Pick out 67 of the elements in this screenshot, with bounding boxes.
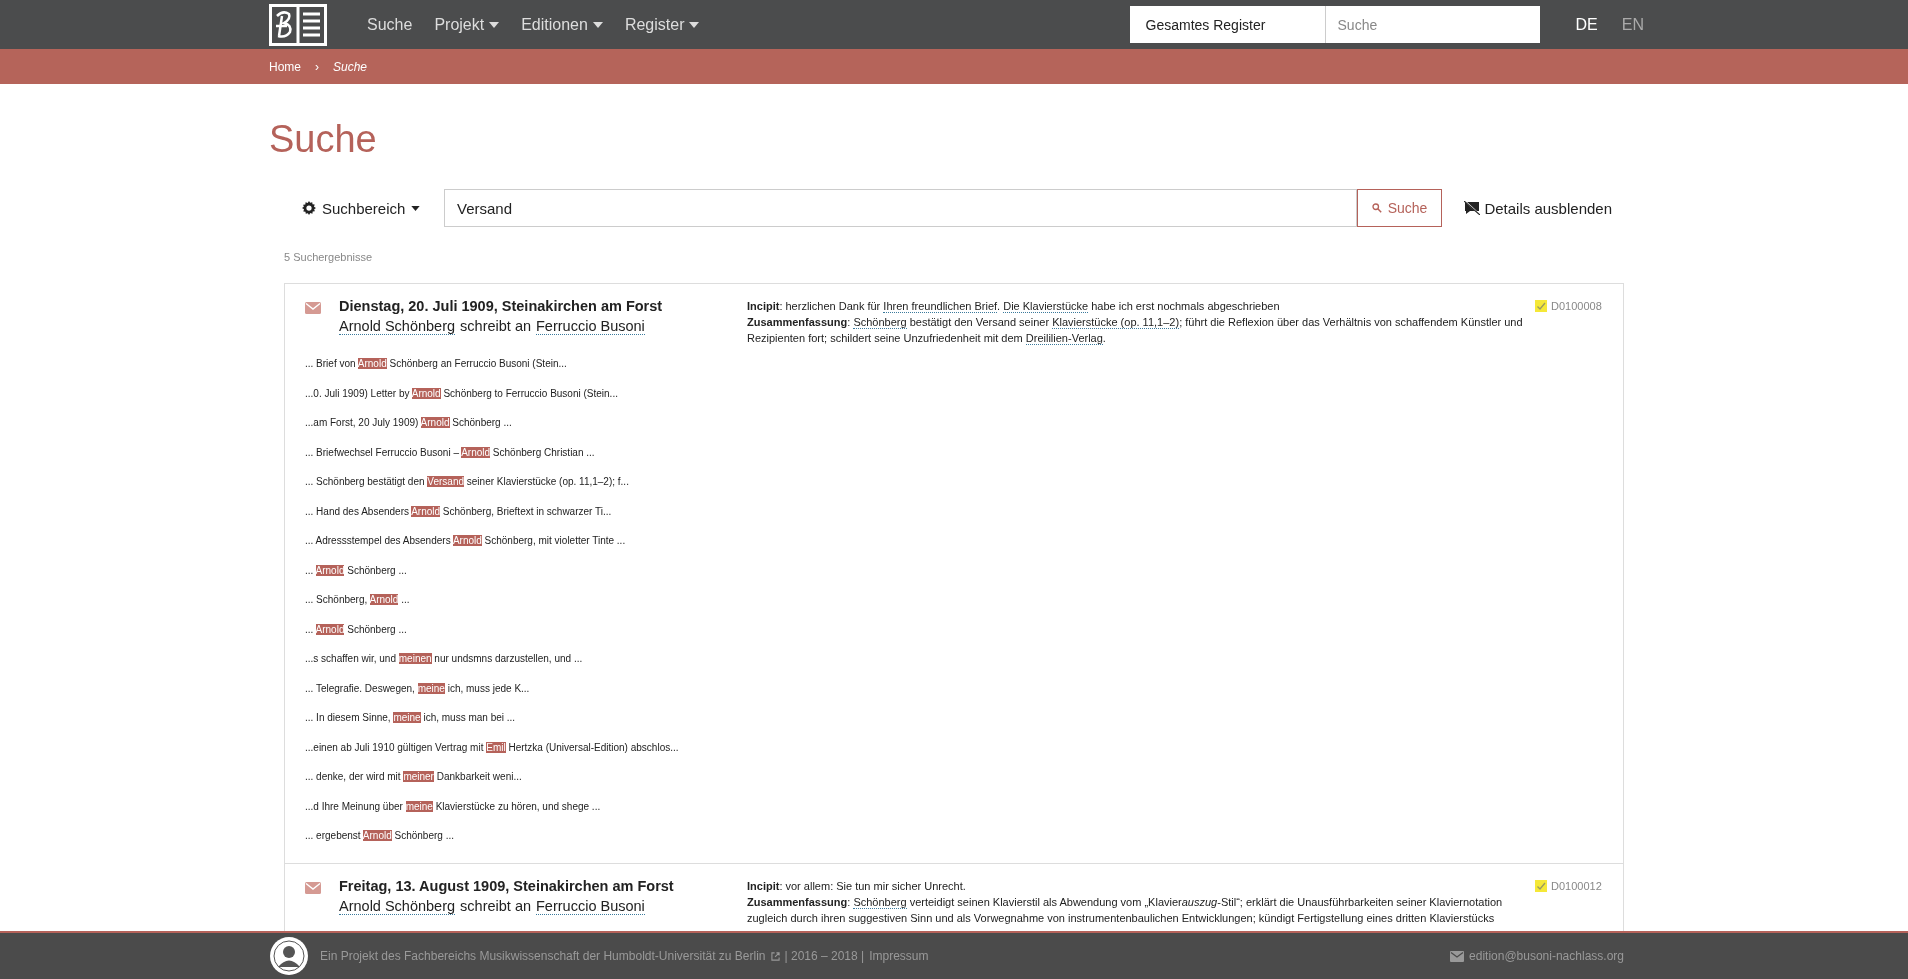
language-link[interactable]: DE [1575, 15, 1598, 34]
search-snippet: ... denke, der wird mit meiner Dankbarkeit weni... [305, 770, 522, 784]
caret-icon [689, 22, 700, 28]
reference-link[interactable]: Dreililien-Verlag [1025, 332, 1103, 345]
register-scope-dropdown[interactable]: Gesamtes Register [1129, 6, 1326, 43]
envelope-icon [305, 881, 321, 894]
result-count: 5 Suchergebnisse [284, 251, 374, 263]
search-snippet: ...am Forst, 20 July 1909) Arnold Schönberg ... [305, 416, 512, 430]
search-snippet: ...d Ihre Meinung über meine Klavierstücke zu hören, und shege ... [305, 799, 601, 814]
person-link[interactable]: Ferruccio Busoni [536, 897, 645, 915]
search-snippet: ... ergebenst Arnold Schönberg ... [305, 829, 454, 843]
search-snippet: ...0. Juli 1909) Letter by Arnold Schönberg to Ferruccio Busoni (Stein... [305, 386, 618, 401]
envelope-icon [305, 302, 321, 314]
details-toggle-button[interactable]: Details ausblenden [1464, 199, 1624, 217]
caret-icon [489, 22, 500, 28]
person-link[interactable]: Arnold Schönberg [339, 897, 456, 915]
nav-link[interactable]: Editionen [521, 15, 603, 34]
search-scope-button[interactable]: Suchbereich [284, 199, 444, 217]
search-snippet: ...einen ab Juli 1910 gültigen Vertrag mit Emil Hertzka (Universal-Edition) abschlos... [305, 740, 679, 755]
gear-icon [302, 201, 316, 215]
nav-link[interactable]: Suche [367, 15, 413, 34]
search-button[interactable]: Suche [1356, 189, 1443, 227]
document-id: D0100008 [1551, 300, 1602, 312]
language-link[interactable]: EN [1621, 15, 1644, 34]
incipit-text: Incipit: herzlichen Dank für Ihren freundlichen Brief. Die Klavierstücke habe ich erst nochmals abgeschrieben [747, 299, 1281, 314]
correspondence-verb: schreibt an [460, 897, 531, 915]
summary-text: Zusammenfassung: Schönberg verteidigt seinen Klavierstil als Abwendung vom „Klavierauszug-Stil“; erklärt die Unausführbarkeiten seiner Klaviernotation zugleich durch ihren suggestiven Sinn und als Vorwegnahme von instrumentenbaulichen Entwicklungen; kündigt Fertigstellung eines dritten Klavierstücks [747, 894, 1504, 926]
incipit-text: Incipit: vor allem: Sie tun mir sicher Unrecht. [747, 878, 967, 894]
reference-link[interactable]: Schönberg [853, 895, 907, 909]
logo-icon[interactable] [269, 3, 327, 46]
search-snippet: ... Briefwechsel Ferruccio Busoni – Arnold Schönberg Christian ... [305, 445, 595, 460]
search-snippet: ...s schaffen wir, und meinen nur undsmns darzustellen, und ... [305, 652, 583, 666]
summary-text: Zusammenfassung: Schönberg bestätigt den Versand seiner Klavierstücke (op. 11,1–2); führt die Reflexion über das Verhältnis von schaffendem Künstler und Rezipienten fort; schildert seine Unzufriedenheit mit dem Dreililien-Verlag. [747, 315, 1524, 346]
reference-link[interactable]: Ihren freundlichen Brief [883, 300, 998, 313]
caret-icon [592, 22, 603, 28]
search-snippet: ... In diesem Sinne, meine ich, muss man bei ... [305, 711, 516, 725]
search-snippet: ... Arnold Schönberg ... [305, 563, 407, 578]
page-title: Suche [269, 118, 378, 161]
result-title[interactable]: Dienstag, 20. Juli 1909, Steinakirchen am Forst [339, 298, 663, 314]
nav-link[interactable]: Projekt [434, 15, 500, 34]
reference-link[interactable]: Schönberg [853, 316, 907, 329]
search-snippet: ... Arnold Schönberg ... [305, 622, 407, 637]
external-link-icon [770, 951, 780, 961]
result-title[interactable]: Freitag, 13. August 1909, Steinakirchen am Forst [339, 877, 674, 894]
correspondence-verb: schreibt an [460, 318, 531, 335]
breadcrumb-link[interactable]: Suche [333, 59, 368, 74]
breadcrumb-link[interactable]: Home [269, 59, 301, 74]
mail-icon [1450, 950, 1465, 962]
nav-link[interactable]: Register [624, 15, 700, 34]
search-snippet: ... Schönberg, Arnold ... [305, 593, 410, 607]
caret-icon [411, 205, 421, 211]
register-search-field[interactable]: Suche [1325, 6, 1540, 43]
person-link[interactable]: Arnold Schönberg [339, 318, 456, 335]
breadcrumb-separator: › [315, 59, 319, 74]
person-link[interactable]: Ferruccio Busoni [536, 318, 645, 335]
document-id: D0100012 [1551, 879, 1602, 892]
search-snippet: ... Brief von Arnold Schönberg an Ferruccio Busoni (Stein... [305, 357, 567, 371]
hidden-comment-icon [1464, 201, 1481, 215]
search-snippet: ... Hand des Absenders Arnold Schönberg, Brieftext in schwarzer Ti... [305, 504, 612, 519]
reference-link[interactable]: Die Klavierstücke [1003, 300, 1089, 313]
university-seal-icon [269, 936, 309, 976]
search-field[interactable]: Versand [444, 189, 1357, 227]
search-snippet: ... Adressstempel des Absenders Arnold Schönberg, mit violetter Tinte ... [305, 534, 626, 548]
search-snippet: ... Schönberg bestätigt den Versand seiner Klavierstücke (op. 11,1–2); f... [305, 475, 629, 489]
search-icon [1371, 203, 1382, 213]
footer-years: | 2016 – 2018 | [784, 949, 865, 963]
search-snippet: ... Telegrafie. Deswegen, meine ich, muss jede K... [305, 681, 530, 696]
